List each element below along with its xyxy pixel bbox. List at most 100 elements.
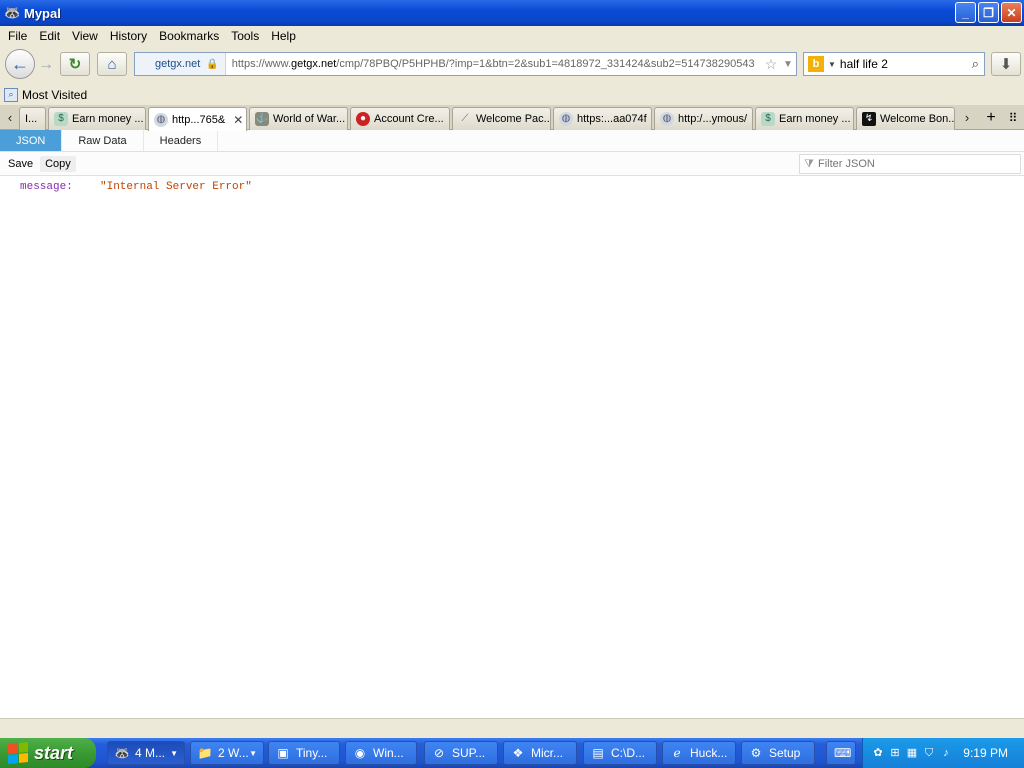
- tab-raw-data[interactable]: Raw Data: [62, 130, 144, 151]
- url-text[interactable]: https://www.getgx.net/cmp/78PBQ/P5HPHB/?…: [226, 58, 762, 70]
- tab-item[interactable]: ◍ http:/...ymous/: [654, 107, 753, 130]
- home-button[interactable]: ⌂: [97, 52, 127, 76]
- task-label: SUP...: [452, 746, 486, 760]
- money-icon: $: [761, 112, 775, 126]
- feather-icon: ⟋: [461, 113, 469, 124]
- restore-button[interactable]: ❐: [978, 2, 999, 23]
- tray-shield-icon[interactable]: ⛉: [922, 746, 936, 760]
- system-tray: ✿ ⊞ ▦ ⛉ ♪ 9:19 PM: [862, 738, 1024, 768]
- save-button[interactable]: Save: [3, 156, 38, 172]
- json-value: "Internal Server Error": [100, 181, 252, 193]
- scroll-tabs-right-icon[interactable]: ›: [958, 105, 976, 130]
- search-input[interactable]: [839, 57, 960, 71]
- group-caret-icon: ▼: [249, 748, 257, 758]
- tab-item-active[interactable]: ◍ http...765& ✕: [148, 107, 247, 131]
- tab-item[interactable]: I...: [19, 107, 46, 130]
- json-row: message: "Internal Server Error": [20, 181, 252, 193]
- tab-headers[interactable]: Headers: [144, 130, 219, 151]
- tab-label: Earn money ...: [779, 113, 851, 125]
- back-button[interactable]: ←: [5, 49, 35, 79]
- json-key: message:: [20, 181, 73, 193]
- taskbar-button-mypal-group[interactable]: 🦝 4 M... ▼: [107, 741, 185, 765]
- menu-history[interactable]: History: [104, 29, 153, 43]
- tab-item[interactable]: $ Earn money ...: [48, 107, 146, 130]
- home-icon: ⌂: [107, 55, 117, 73]
- downloads-button[interactable]: ⬇: [991, 52, 1021, 76]
- no-icon: ⊘: [433, 746, 445, 760]
- url-bar[interactable]: getgx.net 🔒 https://www.getgx.net/cmp/78…: [134, 52, 797, 76]
- close-tab-icon[interactable]: ✕: [233, 113, 243, 127]
- menu-view[interactable]: View: [66, 29, 104, 43]
- menu-bookmarks[interactable]: Bookmarks: [153, 29, 225, 43]
- window-title-bar[interactable]: 🦝 Mypal _ ❐ ✕: [0, 0, 1024, 26]
- tray-leaf-icon[interactable]: ✿: [871, 746, 885, 760]
- tray-network-icon[interactable]: ⊞: [888, 746, 902, 760]
- search-bar[interactable]: b ▼ ⌕: [803, 52, 985, 76]
- url-path: /cmp/78PBQ/P5HPHB/?imp=1&btn=2&sub1=4818…: [336, 58, 755, 70]
- tab-item[interactable]: $ Earn money ...: [755, 107, 854, 130]
- search-engine-caret-icon[interactable]: ▼: [828, 60, 836, 69]
- close-window-button[interactable]: ✕: [1001, 2, 1022, 23]
- search-icon[interactable]: ⌕: [972, 56, 979, 72]
- json-viewer-tabs: JSON Raw Data Headers: [0, 130, 1024, 152]
- tab-item[interactable]: ⟋ Welcome Pac...: [452, 107, 551, 130]
- taskbar-button-folder-group[interactable]: 📁 2 W... ▼: [190, 741, 264, 765]
- taskbar-button-sup[interactable]: ⊘ SUP...: [424, 741, 498, 765]
- menu-tools[interactable]: Tools: [225, 29, 265, 43]
- tray-volume-icon[interactable]: ♪: [939, 746, 953, 760]
- filter-funnel-icon: ⧩: [804, 157, 814, 170]
- list-all-tabs-icon[interactable]: ⠿: [1004, 107, 1022, 129]
- scroll-tabs-left-icon[interactable]: ‹: [1, 105, 19, 130]
- globe-icon: ◍: [660, 112, 674, 126]
- clock[interactable]: 9:19 PM: [963, 746, 1008, 760]
- taskbar-button-micr[interactable]: ❖ Micr...: [503, 741, 577, 765]
- tab-json[interactable]: JSON: [0, 130, 63, 151]
- wows-icon: ⚓: [255, 112, 269, 126]
- tab-item[interactable]: ↯ Welcome Bon...: [856, 107, 955, 130]
- media-icon: ◉: [354, 746, 366, 760]
- windows-taskbar: start 🦝 4 M... ▼ 📁 2 W... ▼ ▣ Tiny... ◉ …: [0, 738, 1024, 768]
- site-identity[interactable]: getgx.net 🔒: [135, 53, 226, 75]
- copy-button[interactable]: Copy: [40, 155, 76, 172]
- bing-icon[interactable]: b: [808, 56, 824, 72]
- tab-item[interactable]: ● Account Cre...: [350, 107, 450, 130]
- console-icon: ▤: [592, 746, 604, 760]
- tab-item[interactable]: ⚓ World of War...: [249, 107, 348, 130]
- start-button[interactable]: start: [0, 738, 96, 768]
- filter-json-field[interactable]: ⧩: [799, 154, 1021, 174]
- taskbar-button-console[interactable]: ▤ C:\D...: [583, 741, 657, 765]
- reload-icon: ↻: [68, 56, 82, 73]
- back-arrow-icon: ←: [11, 53, 29, 74]
- keyboard-button[interactable]: ⌨: [826, 741, 856, 765]
- window-title: Mypal: [24, 5, 61, 21]
- tab-item[interactable]: ◍ https:...aa074f: [553, 107, 652, 130]
- menu-file[interactable]: File: [2, 29, 33, 43]
- menu-bar: File Edit View History Bookmarks Tools H…: [0, 26, 1024, 46]
- tab-label: I...: [25, 113, 38, 125]
- new-tab-icon[interactable]: +: [982, 107, 1000, 129]
- black-logo-icon: ↯: [862, 112, 876, 126]
- tab-label: http...765&: [172, 113, 226, 126]
- folder-icon: 📁: [197, 746, 213, 760]
- forward-button[interactable]: →: [36, 55, 56, 75]
- tab-label: Account Cre...: [374, 113, 444, 125]
- mypal-app-icon[interactable]: 🦝: [4, 5, 20, 21]
- url-dropdown-icon[interactable]: ▼: [780, 59, 796, 70]
- tab-strip: ‹ I... $ Earn money ... ◍ http...765& ✕ …: [0, 105, 1024, 131]
- lock-icon: 🔒: [206, 58, 219, 70]
- setup-icon: ⚙: [750, 746, 762, 760]
- taskbar-button-setup[interactable]: ⚙ Setup: [741, 741, 815, 765]
- most-visited-bookmark[interactable]: Most Visited: [22, 88, 87, 102]
- url-domain: getgx.net: [291, 58, 337, 70]
- taskbar-button-huck[interactable]: ℯ Huck...: [662, 741, 736, 765]
- taskbar-button-win[interactable]: ◉ Win...: [345, 741, 417, 765]
- tray-app-icon[interactable]: ▦: [905, 746, 919, 760]
- menu-help[interactable]: Help: [265, 29, 302, 43]
- taskbar-button-tiny[interactable]: ▣ Tiny...: [268, 741, 340, 765]
- minimize-button[interactable]: _: [955, 2, 976, 23]
- task-label: Setup: [769, 746, 801, 760]
- menu-edit[interactable]: Edit: [33, 29, 66, 43]
- bookmark-star-icon[interactable]: ☆: [762, 56, 780, 73]
- filter-json-input[interactable]: [818, 158, 1008, 170]
- reload-button[interactable]: ↻: [60, 52, 90, 76]
